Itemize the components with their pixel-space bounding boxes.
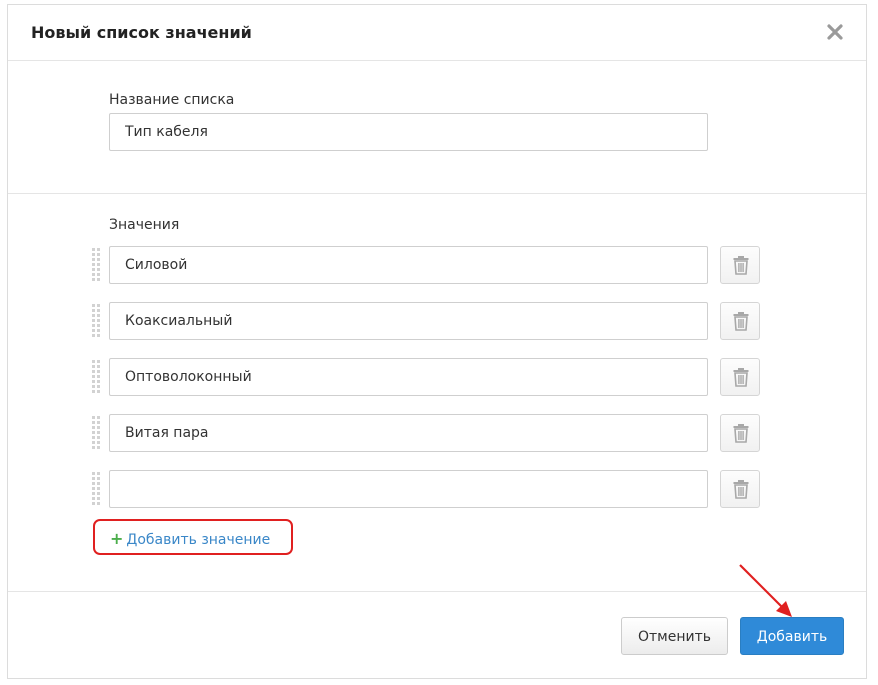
value-input[interactable] <box>109 358 708 396</box>
trash-icon <box>733 368 749 387</box>
list-name-input[interactable] <box>109 113 708 151</box>
add-value-link[interactable]: + Добавить значение <box>110 529 270 548</box>
trash-icon <box>733 424 749 443</box>
delete-value-button[interactable] <box>720 302 760 340</box>
new-value-list-dialog: Новый список значений Название списка Зн… <box>7 4 867 679</box>
list-name-section: Название списка <box>8 61 866 194</box>
delete-value-button[interactable] <box>720 246 760 284</box>
value-row <box>92 302 772 340</box>
value-input[interactable] <box>109 302 708 340</box>
list-name-label: Название списка <box>109 92 235 108</box>
value-input[interactable] <box>109 470 708 508</box>
value-input[interactable] <box>109 414 708 452</box>
cancel-button[interactable]: Отменить <box>621 617 728 655</box>
value-input[interactable] <box>109 246 708 284</box>
add-value-label: Добавить значение <box>126 532 271 548</box>
dialog-title: Новый список значений <box>31 23 252 42</box>
drag-handle-icon[interactable] <box>92 248 100 282</box>
add-button[interactable]: Добавить <box>740 617 844 655</box>
delete-value-button[interactable] <box>720 470 760 508</box>
close-icon <box>827 24 843 40</box>
drag-handle-icon[interactable] <box>92 360 100 394</box>
dialog-header: Новый список значений <box>8 5 866 61</box>
trash-icon <box>733 256 749 275</box>
drag-handle-icon[interactable] <box>92 416 100 450</box>
plus-icon: + <box>110 529 124 548</box>
delete-value-button[interactable] <box>720 414 760 452</box>
trash-icon <box>733 480 749 499</box>
values-label: Значения <box>109 217 180 233</box>
dialog-footer: Отменить Добавить <box>8 591 866 680</box>
value-row <box>92 414 772 452</box>
value-row <box>92 246 772 284</box>
drag-handle-icon[interactable] <box>92 304 100 338</box>
delete-value-button[interactable] <box>720 358 760 396</box>
trash-icon <box>733 312 749 331</box>
drag-handle-icon[interactable] <box>92 472 100 506</box>
close-button[interactable] <box>826 23 844 41</box>
add-value-highlight: + Добавить значение <box>93 519 293 555</box>
value-row <box>92 470 772 508</box>
value-row <box>92 358 772 396</box>
